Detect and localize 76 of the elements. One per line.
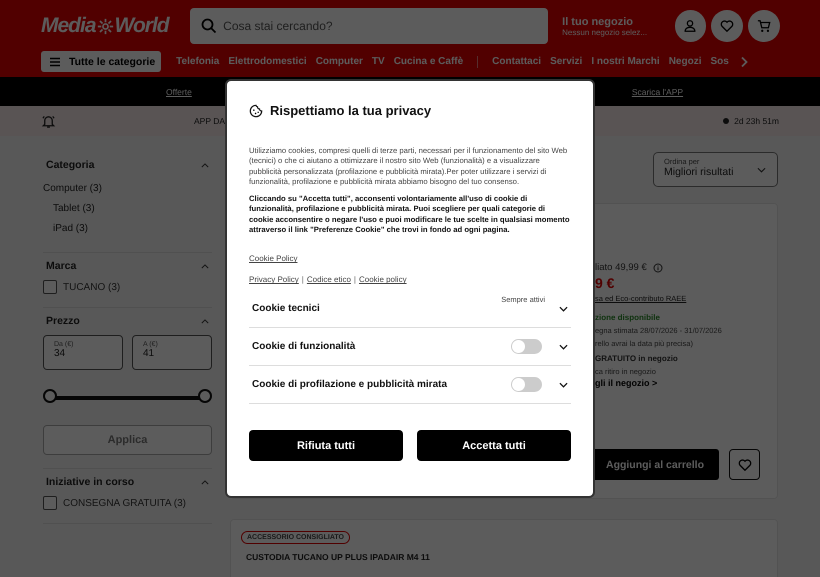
cookie-category[interactable]: Cookie di funzionalità bbox=[252, 341, 511, 352]
cart-icon bbox=[757, 19, 772, 33]
price: 9 € bbox=[595, 275, 614, 291]
link-separator: | bbox=[302, 275, 304, 284]
filter-title: Iniziative in corso bbox=[46, 476, 134, 488]
toggle-switch[interactable] bbox=[511, 339, 542, 354]
nav-link[interactable]: Negozi bbox=[668, 56, 702, 67]
cart-button[interactable] bbox=[748, 10, 780, 42]
checkbox[interactable] bbox=[43, 280, 57, 294]
chevron-right-icon[interactable] bbox=[738, 56, 749, 68]
filter-title: Categoria bbox=[46, 159, 94, 171]
chevron-icon[interactable] bbox=[201, 264, 209, 268]
nav-link[interactable]: Elettrodomestici bbox=[228, 56, 307, 67]
dialog-title: Rispettiamo la tua privacy bbox=[270, 103, 432, 118]
store-title[interactable]: Il tuo negozio bbox=[562, 16, 670, 28]
all-categories-button[interactable]: Tutte le categorie bbox=[41, 51, 162, 72]
promo-link[interactable]: Scarica l'APP bbox=[632, 86, 684, 96]
chevron-down-icon[interactable] bbox=[559, 306, 568, 312]
checkbox-label[interactable]: CONSEGNA GRATUITA (3) bbox=[63, 498, 186, 508]
chevron-down-icon[interactable] bbox=[559, 344, 568, 350]
search-icon bbox=[201, 18, 218, 34]
wishlist-button[interactable] bbox=[729, 449, 760, 480]
search-field[interactable]: Cosa stai cercando? bbox=[190, 8, 548, 44]
accept-all-button[interactable]: Accetta tutti bbox=[417, 430, 571, 462]
filter-title: Marca bbox=[46, 260, 76, 272]
nav-link[interactable]: Computer bbox=[316, 56, 363, 67]
list-price: liato 49,99 € bbox=[595, 262, 647, 273]
logo-text[interactable]: World bbox=[114, 14, 169, 38]
slider-handle[interactable] bbox=[43, 389, 57, 403]
checkbox-label[interactable]: TUCANO (3) bbox=[63, 282, 120, 292]
category-link[interactable]: Tablet (3) bbox=[43, 199, 212, 219]
legal-link[interactable]: Codice etico bbox=[306, 275, 351, 284]
category-link[interactable]: Computer (3) bbox=[43, 179, 212, 199]
filter-title: Prezzo bbox=[46, 315, 80, 327]
legal-link[interactable]: Cookie policy bbox=[358, 275, 407, 284]
nav-link[interactable]: Contattaci bbox=[492, 56, 542, 67]
nav-link[interactable]: Servizi bbox=[550, 56, 582, 67]
nav-link[interactable]: Sos bbox=[710, 56, 729, 67]
timer-dot-icon bbox=[723, 118, 730, 124]
chevron-icon[interactable] bbox=[201, 480, 209, 484]
cookie-policy-link[interactable]: Cookie Policy bbox=[249, 254, 298, 264]
chevron-down-icon bbox=[757, 167, 766, 173]
chevron-icon[interactable] bbox=[201, 318, 209, 324]
logo-text[interactable]: Media bbox=[41, 14, 96, 38]
cookie-category[interactable]: Cookie di profilazione e pubblicità mirata bbox=[252, 379, 511, 390]
user-icon bbox=[683, 19, 698, 33]
countdown-text: 2d 23h 51m bbox=[734, 116, 779, 126]
cookie-category[interactable]: Cookie tecnici bbox=[252, 303, 559, 314]
nav-link[interactable]: Cucina e Caffè bbox=[394, 56, 464, 67]
notice-text: APP DA bbox=[194, 116, 226, 126]
promo-link[interactable]: Offerte bbox=[166, 86, 192, 96]
cookie-icon bbox=[249, 104, 263, 118]
legal-link[interactable]: Privacy Policy bbox=[249, 275, 299, 284]
nav-link[interactable]: I nostri Marchi bbox=[591, 56, 660, 67]
bell-icon bbox=[41, 114, 56, 128]
menu-icon bbox=[49, 56, 61, 68]
wishlist-button[interactable] bbox=[711, 10, 744, 42]
nav-link[interactable]: Telefonia bbox=[176, 56, 220, 67]
nav-link[interactable]: TV bbox=[372, 56, 385, 67]
info-icon[interactable] bbox=[652, 262, 663, 272]
store-link[interactable]: gli il negozio > bbox=[595, 378, 658, 388]
product-title[interactable]: CUSTODIA TUCANO UP PLUS IPADAIR M4 11 bbox=[246, 552, 430, 562]
account-button[interactable] bbox=[674, 10, 706, 42]
reject-all-button[interactable]: Rifiuta tutti bbox=[249, 430, 403, 462]
pickup-text: GRATUITO in negozio bbox=[595, 354, 678, 363]
category-link[interactable]: iPad (3) bbox=[43, 219, 212, 239]
heart-icon bbox=[738, 458, 752, 472]
checkbox[interactable] bbox=[43, 496, 57, 510]
store-subtitle: Nessun negozio selez... bbox=[562, 28, 648, 36]
link-separator: | bbox=[354, 275, 356, 284]
toggle-switch[interactable] bbox=[511, 377, 542, 392]
chevron-down-icon[interactable] bbox=[559, 382, 568, 388]
slider-handle[interactable] bbox=[198, 389, 212, 403]
heart-icon bbox=[720, 19, 734, 33]
availability-text: zione disponibile bbox=[595, 313, 660, 322]
chevron-icon[interactable] bbox=[201, 162, 209, 168]
